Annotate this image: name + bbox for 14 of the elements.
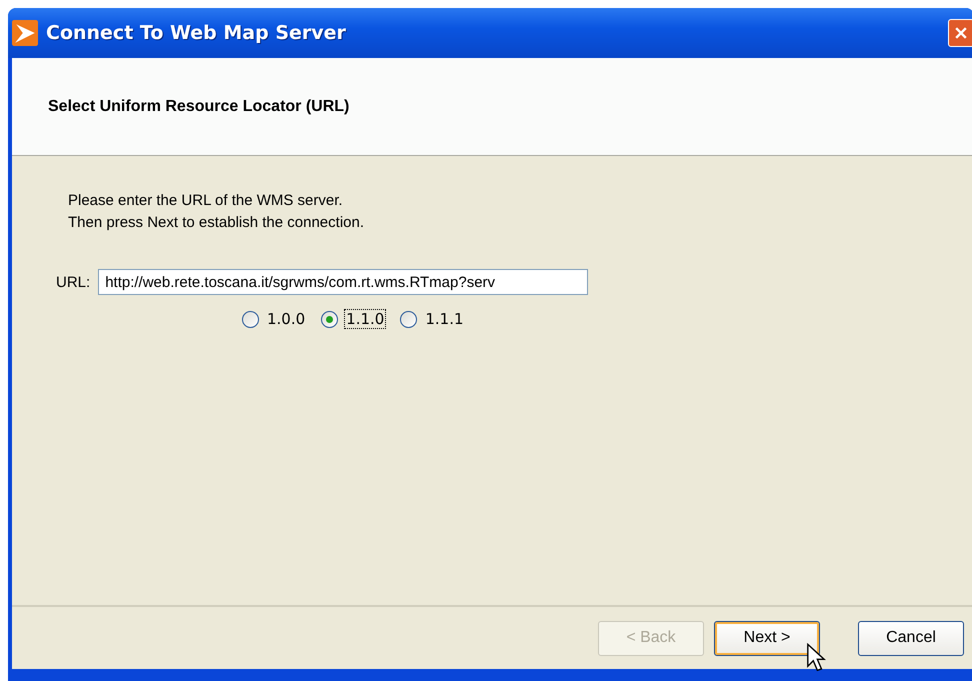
url-label: URL: <box>56 274 90 290</box>
instruction-text: Then press Next to establish the connection. <box>68 214 366 231</box>
wizard-button[interactable]: Next > <box>714 620 820 656</box>
arrow-logo-icon <box>12 20 38 46</box>
mouse-pointer-icon <box>806 643 826 673</box>
instruction-text: Please enter the URL of the WMS server. <box>68 192 344 209</box>
page-heading: Select Uniform Resource Locator (URL) <box>48 98 350 116</box>
version-radio[interactable]: 1.1.1 <box>400 309 466 329</box>
close-icon <box>953 25 969 41</box>
close-button[interactable] <box>948 19 972 47</box>
url-field[interactable]: http://web.rete.toscana.it/sgrwms/com.rt.wms.RTmap?serv <box>98 269 588 295</box>
wizard-button[interactable]: Cancel <box>858 620 964 656</box>
version-radio[interactable]: 1.0.0 <box>242 309 308 329</box>
window-title: Connect To Web Map Server <box>46 22 347 44</box>
